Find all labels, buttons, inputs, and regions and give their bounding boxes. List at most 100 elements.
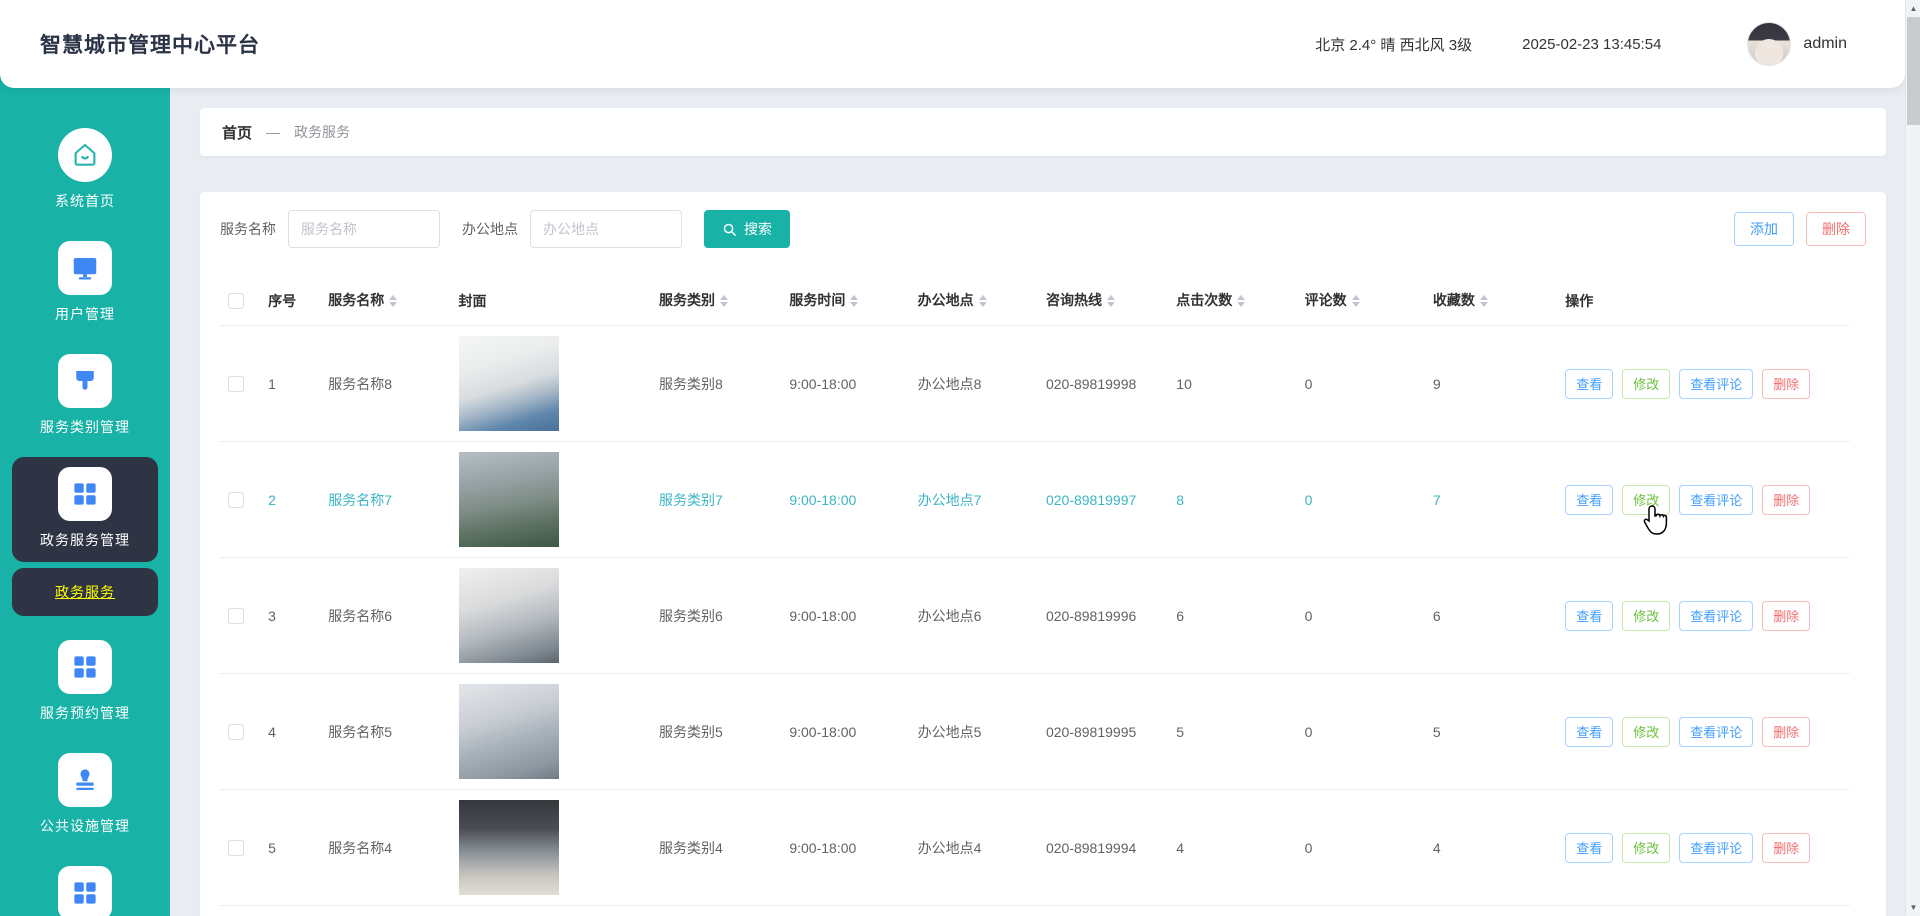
column-header-label: 封面 — [458, 292, 487, 309]
sidebar-item-system-home[interactable]: 系统首页 — [12, 118, 158, 223]
edit-button[interactable]: 修改 — [1622, 368, 1671, 399]
sidebar: 系统首页用户管理服务类别管理政务服务管理政务服务服务预约管理公共设施管理监控设备… — [0, 0, 170, 916]
sidebar-subitem-label: 政务服务 — [55, 584, 115, 600]
column-header[interactable]: 办公地点 — [909, 278, 1038, 327]
delete-button[interactable]: 删除 — [1762, 484, 1811, 515]
select-all-checkbox[interactable] — [228, 293, 244, 310]
scrollbar-thumb[interactable] — [1907, 17, 1920, 125]
cell-comments: 0 — [1296, 325, 1425, 443]
sidebar-item-user-management[interactable]: 用户管理 — [12, 231, 158, 336]
column-header[interactable]: 收藏数 — [1424, 278, 1558, 327]
sidebar-item-service-category-management[interactable]: 服务类别管理 — [12, 344, 158, 449]
view-button[interactable]: 查看 — [1565, 600, 1614, 631]
scrollbar-up-icon[interactable]: ▲ — [1906, 0, 1920, 17]
column-header[interactable]: 咨询热线 — [1037, 278, 1169, 327]
cover-image — [458, 336, 559, 432]
breadcrumb-home[interactable]: 首页 — [222, 122, 252, 143]
cell-favorites: 4 — [1424, 789, 1558, 907]
view-comments-button[interactable]: 查看评论 — [1679, 716, 1754, 747]
column-header[interactable]: 点击次数 — [1168, 278, 1297, 327]
column-header-label: 点击次数 — [1176, 292, 1233, 308]
edit-button[interactable]: 修改 — [1622, 600, 1671, 631]
delete-button[interactable]: 删除 — [1762, 368, 1811, 399]
cell-category: 服务类别5 — [651, 673, 782, 791]
row-checkbox[interactable] — [228, 492, 244, 509]
cell-no: 1 — [260, 325, 321, 443]
view-comments-button[interactable]: 查看评论 — [1679, 368, 1754, 399]
services-table: 序号 服务名称 封面 服务类别 服务时间 办公地点 咨询热线 点击次数 评论数 收藏数 操作 1 服务… — [220, 278, 1850, 907]
table-row: 1 服务名称8 服务类别8 9:00-18:00 办公地点8 020-89819998 10… — [220, 325, 1850, 443]
sort-caret-icon[interactable] — [1106, 291, 1115, 311]
column-header[interactable]: 服务类别 — [651, 278, 782, 327]
sidebar-subitem-gov-service[interactable]: 政务服务 — [12, 568, 158, 616]
sort-caret-icon[interactable] — [389, 291, 398, 311]
toolbar-right: 添加 删除 — [1734, 212, 1866, 246]
sort-caret-icon[interactable] — [978, 291, 987, 311]
office-address-input[interactable] — [530, 210, 682, 248]
row-checkbox[interactable] — [228, 376, 244, 393]
scrollbar-down-icon[interactable]: ▼ — [1906, 899, 1920, 916]
sidebar-item-public-facility-management[interactable]: 公共设施管理 — [12, 743, 158, 848]
row-checkbox-cell — [220, 789, 261, 907]
username: admin — [1803, 35, 1847, 52]
cell-time: 9:00-18:00 — [781, 325, 910, 443]
sort-caret-icon[interactable] — [720, 291, 729, 311]
view-comments-button[interactable]: 查看评论 — [1679, 600, 1754, 631]
cell-name: 服务名称4 — [320, 789, 451, 907]
delete-button[interactable]: 删除 — [1806, 212, 1866, 246]
search-button-label: 搜索 — [744, 221, 772, 237]
view-comments-button[interactable]: 查看评论 — [1679, 832, 1754, 863]
view-button[interactable]: 查看 — [1565, 832, 1614, 863]
sort-caret-icon[interactable] — [1237, 291, 1246, 311]
cover-image — [458, 452, 559, 548]
column-header[interactable]: 服务名称 — [320, 278, 451, 327]
cell-comments: 0 — [1296, 441, 1425, 559]
add-button[interactable]: 添加 — [1734, 212, 1794, 246]
table-row: 5 服务名称4 服务类别4 9:00-18:00 办公地点4 020-89819994 4 0… — [220, 789, 1850, 907]
cell-actions: 查看 修改 查看评论 删除 — [1557, 557, 1850, 675]
sort-caret-icon[interactable] — [1479, 291, 1488, 311]
edit-button[interactable]: 修改 — [1622, 484, 1671, 515]
sidebar-item-service-booking-management[interactable]: 服务预约管理 — [12, 630, 158, 735]
edit-button[interactable]: 修改 — [1622, 832, 1671, 863]
monitor-icon — [58, 241, 112, 295]
service-name-input[interactable] — [288, 210, 440, 248]
cell-hotline: 020-89819995 — [1037, 673, 1169, 791]
stamp-icon — [58, 753, 112, 807]
column-header[interactable]: 评论数 — [1296, 278, 1425, 327]
user-avatar[interactable] — [1747, 22, 1792, 66]
view-button[interactable]: 查看 — [1565, 484, 1614, 515]
weather-info: 北京 2.4° 晴 西北风 3级 — [1315, 36, 1473, 54]
cell-time: 9:00-18:00 — [781, 789, 910, 907]
delete-button[interactable]: 删除 — [1762, 716, 1811, 747]
row-checkbox[interactable] — [228, 608, 244, 625]
delete-button[interactable]: 删除 — [1762, 600, 1811, 631]
search-button[interactable]: 搜索 — [704, 210, 790, 248]
view-button[interactable]: 查看 — [1565, 716, 1614, 747]
row-checkbox[interactable] — [228, 840, 244, 857]
column-header-label: 评论数 — [1304, 292, 1347, 308]
app-header: 智慧城市管理中心平台 北京 2.4° 晴 西北风 3级 2025-02-23 1… — [0, 0, 1905, 88]
cell-hotline: 020-89819994 — [1037, 789, 1169, 907]
sidebar-item-gov-service-management[interactable]: 政务服务管理 — [12, 457, 158, 562]
datetime-text: 2025-02-23 13:45:54 — [1522, 35, 1662, 53]
sort-caret-icon[interactable] — [850, 291, 859, 311]
cell-category: 服务类别8 — [651, 325, 782, 443]
cell-actions: 查看 修改 查看评论 删除 — [1557, 325, 1850, 443]
sidebar-item-label: 公共设施管理 — [40, 818, 130, 834]
page-scrollbar[interactable]: ▲ ▼ — [1905, 0, 1920, 916]
column-header[interactable]: 服务时间 — [781, 278, 910, 327]
view-button[interactable]: 查看 — [1565, 368, 1614, 399]
delete-button[interactable]: 删除 — [1762, 832, 1811, 863]
table-row: 3 服务名称6 服务类别6 9:00-18:00 办公地点6 020-89819996 6 0… — [220, 557, 1850, 675]
view-comments-button[interactable]: 查看评论 — [1679, 484, 1754, 515]
row-checkbox-cell — [220, 673, 261, 791]
column-header-label: 序号 — [268, 292, 297, 309]
row-checkbox[interactable] — [228, 724, 244, 741]
edit-button[interactable]: 修改 — [1622, 716, 1671, 747]
toolbar: 服务名称 办公地点 搜索 添加 删除 — [220, 210, 1866, 248]
sort-caret-icon[interactable] — [1351, 291, 1360, 311]
column-header-label: 操作 — [1565, 292, 1594, 309]
cell-name: 服务名称7 — [320, 441, 451, 559]
sidebar-item-monitor-device-management[interactable]: 监控设备管理 — [12, 856, 158, 916]
